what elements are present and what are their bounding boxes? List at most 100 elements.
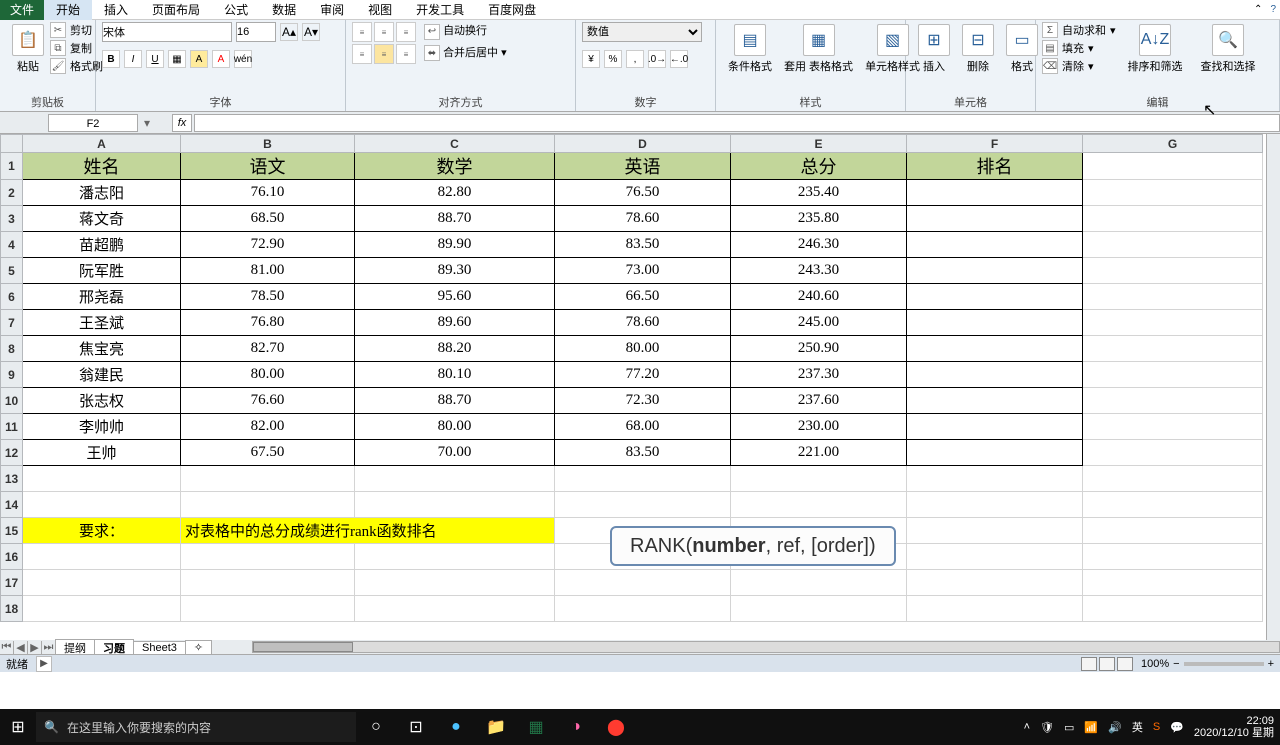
find-select-button[interactable]: 🔍查找和选择 — [1195, 22, 1262, 76]
formula-input[interactable] — [194, 114, 1280, 132]
paste-button[interactable]: 📋 粘贴 — [6, 22, 50, 76]
delete-cells-button[interactable]: ⊟删除 — [956, 22, 1000, 76]
sheet-tab-2[interactable]: Sheet3 — [133, 641, 186, 654]
task-view-icon[interactable]: ⊡ — [396, 709, 436, 745]
font-size-input[interactable] — [236, 22, 276, 42]
tray-security-icon[interactable]: 🛡 — [1040, 721, 1054, 734]
table-cell[interactable]: 苗超鹏 — [23, 232, 181, 258]
menu-tab-view[interactable]: 视图 — [356, 0, 404, 20]
dec-decimal-button[interactable]: ←.0 — [670, 50, 688, 68]
app-excel-icon[interactable]: ▦ — [516, 709, 556, 745]
name-box[interactable]: F2 — [48, 114, 138, 132]
zoom-in-button[interactable]: + — [1268, 658, 1274, 670]
tray-notification-icon[interactable]: 💬 — [1170, 721, 1184, 734]
view-normal-button[interactable] — [1081, 657, 1097, 671]
table-cell[interactable]: 李帅帅 — [23, 414, 181, 440]
header-cell[interactable]: 姓名 — [23, 153, 181, 180]
table-cell[interactable]: 王帅 — [23, 440, 181, 466]
zoom-slider[interactable] — [1184, 662, 1264, 666]
sheet-nav-next[interactable]: ▶ — [28, 641, 42, 654]
app-edge-icon[interactable]: ● — [436, 709, 476, 745]
start-button[interactable]: ⊞ — [0, 709, 36, 745]
app-recorder-icon[interactable]: ⬤ — [596, 709, 636, 745]
fx-button[interactable]: fx — [172, 114, 192, 132]
table-cell[interactable]: 蒋文奇 — [23, 206, 181, 232]
comma-button[interactable]: , — [626, 50, 644, 68]
menu-tab-dev[interactable]: 开发工具 — [404, 0, 476, 20]
ribbon-collapse-icon[interactable]: ⌃ — [1250, 4, 1266, 15]
sheet-tab-new[interactable]: ✧ — [185, 640, 212, 654]
menu-tab-pagelayout[interactable]: 页面布局 — [140, 0, 212, 20]
merge-center-button[interactable]: ⬌ 合并后居中 ▾ — [424, 44, 507, 62]
autosum-button[interactable]: Σ自动求和 ▾ — [1042, 22, 1116, 38]
percent-button[interactable]: % — [604, 50, 622, 68]
sort-filter-button[interactable]: A↓Z排序和筛选 — [1122, 22, 1189, 76]
menu-tab-insert[interactable]: 插入 — [92, 0, 140, 20]
table-cell[interactable]: 翁建民 — [23, 362, 181, 388]
macro-record-icon[interactable]: ▶ — [36, 656, 52, 672]
insert-cells-button[interactable]: ⊞插入 — [912, 22, 956, 76]
italic-button[interactable]: I — [124, 50, 142, 68]
cortana-icon[interactable]: ○ — [356, 709, 396, 745]
wrap-text-button[interactable]: ↩ 自动换行 — [424, 22, 507, 40]
header-cell[interactable]: 语文 — [181, 153, 355, 180]
table-cell[interactable]: 张志权 — [23, 388, 181, 414]
fill-button[interactable]: ▤填充 ▾ — [1042, 40, 1116, 56]
table-cell[interactable]: 阮军胜 — [23, 258, 181, 284]
tray-wifi-icon[interactable]: 📶 — [1084, 721, 1098, 734]
table-cell[interactable]: 王圣斌 — [23, 310, 181, 336]
font-color-button[interactable]: A — [212, 50, 230, 68]
clear-button[interactable]: ⌫清除 ▾ — [1042, 58, 1116, 74]
taskbar-search[interactable]: 🔍 在这里输入你要搜索的内容 — [36, 712, 356, 742]
help-icon[interactable]: ? — [1266, 4, 1280, 15]
menu-tab-data[interactable]: 数据 — [260, 0, 308, 20]
menu-file[interactable]: 文件 — [0, 0, 44, 20]
inc-decimal-button[interactable]: .0→ — [648, 50, 666, 68]
table-cell[interactable]: 焦宝亮 — [23, 336, 181, 362]
tray-volume-icon[interactable]: 🔊 — [1108, 721, 1122, 734]
currency-button[interactable]: ¥ — [582, 50, 600, 68]
menu-tab-home[interactable]: 开始 — [44, 0, 92, 20]
decrease-font-button[interactable]: A▾ — [302, 23, 320, 41]
font-name-input[interactable] — [102, 22, 232, 42]
view-pagelayout-button[interactable] — [1099, 657, 1115, 671]
app-explorer-icon[interactable]: 📁 — [476, 709, 516, 745]
vertical-scrollbar[interactable] — [1266, 134, 1280, 640]
increase-font-button[interactable]: A▴ — [280, 23, 298, 41]
sheet-nav-last[interactable]: ⏭ — [42, 641, 56, 654]
underline-button[interactable]: U — [146, 50, 164, 68]
sheet-tab-1[interactable]: 习题 — [94, 639, 134, 655]
align-buttons[interactable]: ≡≡≡ ≡≡≡ — [352, 22, 416, 64]
phonetic-button[interactable]: wén — [234, 50, 252, 68]
menu-tab-formulas[interactable]: 公式 — [212, 0, 260, 20]
header-cell[interactable]: 总分 — [731, 153, 907, 180]
format-as-table-button[interactable]: ▦套用 表格格式 — [778, 22, 859, 76]
requirement-label[interactable]: 要求： — [23, 518, 181, 544]
zoom-out-button[interactable]: − — [1173, 658, 1179, 670]
namebox-dropdown-icon[interactable]: ▾ — [142, 116, 152, 130]
app-paint-icon[interactable]: ◑ — [556, 709, 596, 745]
sheet-nav-prev[interactable]: ◀ — [14, 641, 28, 654]
table-cell[interactable]: 邢尧磊 — [23, 284, 181, 310]
menu-tab-review[interactable]: 审阅 — [308, 0, 356, 20]
sheet-nav-first[interactable]: ⏮ — [0, 641, 14, 654]
conditional-format-button[interactable]: ▤条件格式 — [722, 22, 778, 76]
tray-ime[interactable]: 英 — [1132, 719, 1143, 735]
header-cell[interactable]: 数学 — [355, 153, 555, 180]
bold-button[interactable]: B — [102, 50, 120, 68]
view-pagebreak-button[interactable] — [1117, 657, 1133, 671]
tray-chevron-icon[interactable]: ˄ — [1024, 721, 1030, 733]
menu-tab-baidu[interactable]: 百度网盘 — [476, 0, 548, 20]
border-button[interactable]: ▦ — [168, 50, 186, 68]
taskbar-clock[interactable]: 22:09 2020/12/10 星期 — [1194, 715, 1274, 739]
tray-sogou-icon[interactable]: S — [1153, 721, 1160, 733]
fill-color-button[interactable]: A — [190, 50, 208, 68]
sheet-tab-0[interactable]: 提纲 — [55, 639, 95, 655]
table-cell[interactable]: 潘志阳 — [23, 180, 181, 206]
header-cell[interactable]: 排名 — [907, 153, 1083, 180]
horizontal-scrollbar[interactable] — [252, 641, 1280, 653]
header-cell[interactable]: 英语 — [555, 153, 731, 180]
requirement-text[interactable]: 对表格中的总分成绩进行rank函数排名 — [181, 518, 555, 544]
number-format-select[interactable]: 数值 — [582, 22, 702, 42]
tray-battery-icon[interactable]: ▭ — [1064, 721, 1074, 734]
